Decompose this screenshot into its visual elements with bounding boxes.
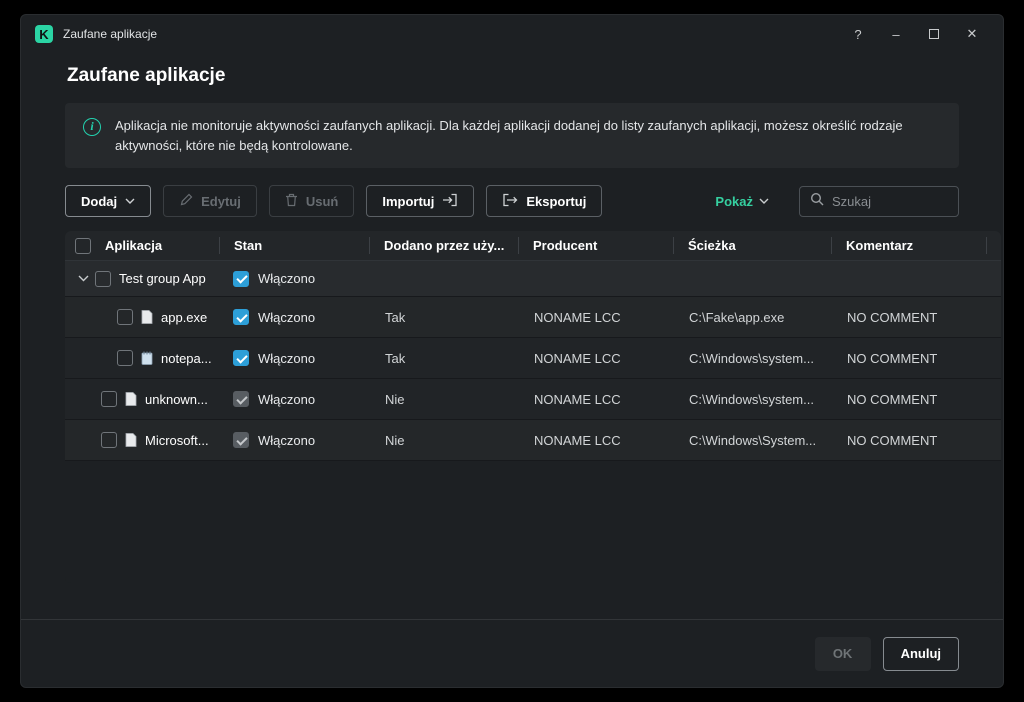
notepad-icon bbox=[141, 351, 153, 365]
help-button[interactable]: ? bbox=[843, 21, 873, 47]
comment-value: NO COMMENT bbox=[831, 310, 986, 325]
import-icon bbox=[442, 193, 458, 210]
state-checkbox[interactable] bbox=[233, 271, 249, 287]
info-icon: i bbox=[83, 118, 101, 136]
export-icon bbox=[502, 193, 518, 210]
file-icon bbox=[141, 310, 153, 324]
row-checkbox[interactable] bbox=[117, 309, 133, 325]
added-by-user-value: Nie bbox=[369, 392, 518, 407]
state-label: Włączono bbox=[258, 433, 315, 448]
state-label: Włączono bbox=[258, 310, 315, 325]
kaspersky-logo-icon: K bbox=[35, 25, 53, 43]
export-button-label: Eksportuj bbox=[526, 194, 586, 209]
search-icon bbox=[810, 192, 824, 211]
producer-value: NONAME LCC bbox=[518, 392, 673, 407]
app-window: K Zaufane aplikacje ? – ✕ Zaufane aplika… bbox=[20, 14, 1004, 688]
path-value: C:\Windows\system... bbox=[673, 392, 831, 407]
search-input[interactable] bbox=[832, 194, 948, 209]
delete-button[interactable]: Usuń bbox=[269, 185, 355, 217]
select-all-checkbox[interactable] bbox=[75, 238, 91, 254]
toolbar: Dodaj Edytuj Usuń Importuj bbox=[65, 185, 959, 217]
state-checkbox[interactable] bbox=[233, 432, 249, 448]
table-row-group[interactable]: Test group App Włączono bbox=[65, 261, 1001, 297]
producer-value: NONAME LCC bbox=[518, 433, 673, 448]
show-label: Pokaż bbox=[715, 194, 753, 209]
comment-value: NO COMMENT bbox=[831, 433, 986, 448]
state-checkbox[interactable] bbox=[233, 391, 249, 407]
table-row[interactable]: app.exe Włączono Tak NONAME LCC C:\Fake\… bbox=[65, 297, 1001, 338]
column-header-path[interactable]: Ścieżka bbox=[673, 231, 831, 260]
maximize-button[interactable] bbox=[919, 21, 949, 47]
export-button[interactable]: Eksportuj bbox=[486, 185, 602, 217]
comment-value: NO COMMENT bbox=[831, 392, 986, 407]
maximize-icon bbox=[929, 29, 939, 39]
window-title: Zaufane aplikacje bbox=[63, 27, 157, 41]
table-row[interactable]: unknown... Włączono Nie NONAME LCC C:\Wi… bbox=[65, 379, 1001, 420]
header-checkbox-cell bbox=[65, 238, 101, 254]
footer: OK Anuluj bbox=[21, 619, 1003, 687]
row-checkbox[interactable] bbox=[101, 432, 117, 448]
application-name: Microsoft... bbox=[145, 433, 209, 448]
file-icon bbox=[125, 433, 137, 447]
added-by-user-value: Nie bbox=[369, 433, 518, 448]
header-filler-cell bbox=[986, 231, 1001, 260]
table-row[interactable]: Microsoft... Włączono Nie NONAME LCC C:\… bbox=[65, 420, 1001, 461]
producer-value: NONAME LCC bbox=[518, 351, 673, 366]
row-checkbox[interactable] bbox=[101, 391, 117, 407]
added-by-user-value: Tak bbox=[369, 351, 518, 366]
path-value: C:\Fake\app.exe bbox=[673, 310, 831, 325]
table-header-row: Aplikacja Stan Dodano przez uży... Produ… bbox=[65, 231, 1001, 261]
add-button[interactable]: Dodaj bbox=[65, 185, 151, 217]
state-label: Włączono bbox=[258, 351, 315, 366]
pencil-icon bbox=[179, 193, 193, 210]
info-banner: i Aplikacja nie monitoruje aktywności za… bbox=[65, 103, 959, 168]
column-header-producer[interactable]: Producent bbox=[518, 231, 673, 260]
application-name: unknown... bbox=[145, 392, 208, 407]
close-icon: ✕ bbox=[967, 26, 978, 42]
row-checkbox[interactable] bbox=[117, 350, 133, 366]
page-title: Zaufane aplikacje bbox=[67, 65, 959, 87]
ok-button[interactable]: OK bbox=[815, 637, 871, 671]
edit-button-label: Edytuj bbox=[201, 194, 241, 209]
file-icon bbox=[125, 392, 137, 406]
import-button-label: Importuj bbox=[382, 194, 434, 209]
path-value: C:\Windows\system... bbox=[673, 351, 831, 366]
chevron-down-icon bbox=[759, 198, 769, 204]
application-name: notepa... bbox=[161, 351, 212, 366]
added-by-user-value: Tak bbox=[369, 310, 518, 325]
search-box[interactable] bbox=[799, 186, 959, 217]
trash-icon bbox=[285, 193, 298, 210]
path-value: C:\Windows\System... bbox=[673, 433, 831, 448]
cancel-button[interactable]: Anuluj bbox=[883, 637, 959, 671]
title-bar: K Zaufane aplikacje ? – ✕ bbox=[21, 15, 1003, 53]
state-checkbox[interactable] bbox=[233, 309, 249, 325]
column-header-added-by-user[interactable]: Dodano przez uży... bbox=[369, 231, 518, 260]
help-icon: ? bbox=[854, 27, 861, 42]
group-name: Test group App bbox=[119, 271, 206, 286]
state-label: Włączono bbox=[258, 271, 315, 286]
import-button[interactable]: Importuj bbox=[366, 185, 474, 217]
edit-button[interactable]: Edytuj bbox=[163, 185, 257, 217]
delete-button-label: Usuń bbox=[306, 194, 339, 209]
row-checkbox[interactable] bbox=[95, 271, 111, 287]
expand-chevron-icon[interactable] bbox=[78, 275, 89, 282]
column-header-comment[interactable]: Komentarz bbox=[831, 231, 986, 260]
comment-value: NO COMMENT bbox=[831, 351, 986, 366]
column-header-state[interactable]: Stan bbox=[219, 231, 369, 260]
close-button[interactable]: ✕ bbox=[957, 21, 987, 47]
state-checkbox[interactable] bbox=[233, 350, 249, 366]
add-button-label: Dodaj bbox=[81, 194, 117, 209]
show-dropdown[interactable]: Pokaż bbox=[715, 194, 769, 209]
chevron-down-icon bbox=[125, 198, 135, 204]
application-name: app.exe bbox=[161, 310, 207, 325]
state-label: Włączono bbox=[258, 392, 315, 407]
info-banner-text: Aplikacja nie monitoruje aktywności zauf… bbox=[115, 116, 941, 155]
minimize-icon: – bbox=[892, 27, 899, 42]
table-row[interactable]: notepa... Włączono Tak NONAME LCC C:\Win… bbox=[65, 338, 1001, 379]
minimize-button[interactable]: – bbox=[881, 21, 911, 47]
table-empty-area bbox=[65, 461, 1001, 583]
applications-table: Aplikacja Stan Dodano przez uży... Produ… bbox=[65, 231, 1001, 583]
producer-value: NONAME LCC bbox=[518, 310, 673, 325]
column-header-application[interactable]: Aplikacja bbox=[101, 231, 219, 260]
